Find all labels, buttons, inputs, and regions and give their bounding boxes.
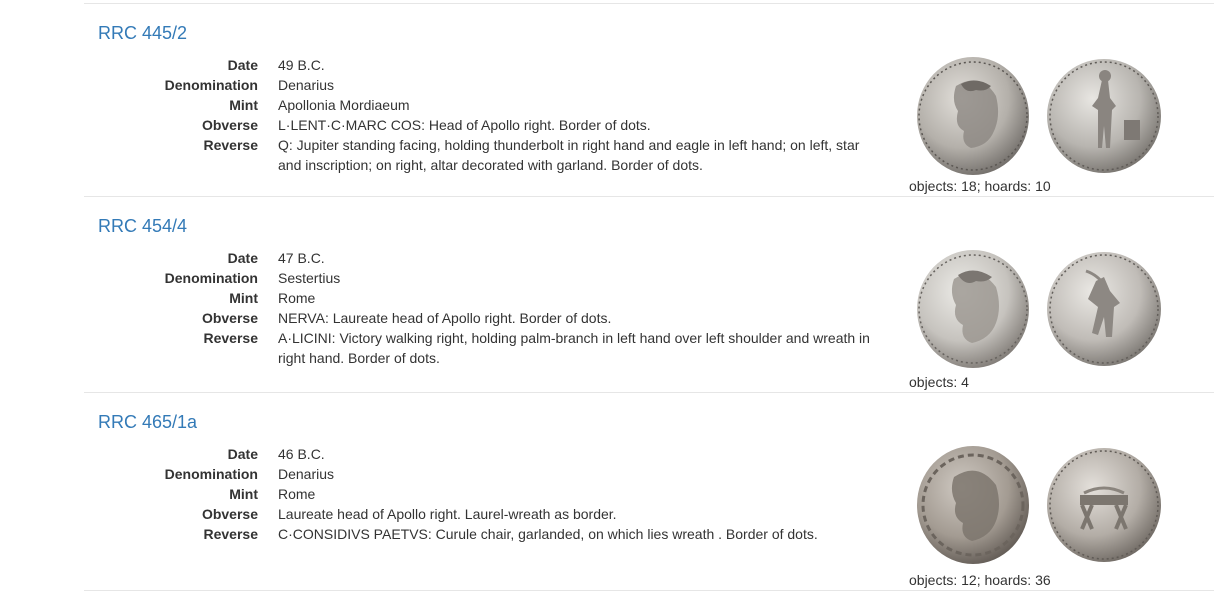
coin-type-link[interactable]: RRC 465/1a — [98, 412, 197, 433]
obverse-value: L·LENT·C·MARC COS: Head of Apollo right.… — [278, 117, 651, 133]
obverse-value: NERVA: Laureate head of Apollo right. Bo… — [278, 310, 612, 326]
denomination-row: Denomination Denarius — [84, 75, 884, 95]
denomination-label: Denomination — [164, 270, 258, 286]
counts: objects: 4 — [909, 374, 969, 390]
coin-images — [914, 54, 1174, 179]
date-label: Date — [227, 446, 258, 462]
reverse-row: Reverse A·LICINI: Victory walking right, … — [84, 328, 884, 368]
obverse-value: Laureate head of Apollo right. Laurel-wr… — [278, 506, 617, 522]
date-value: 49 B.C. — [278, 57, 325, 73]
date-row: Date 47 B.C. — [84, 248, 884, 268]
mint-row: Mint Rome — [84, 288, 884, 308]
reverse-value: A·LICINI: Victory walking right, holding… — [278, 330, 870, 366]
obverse-row: Obverse Laureate head of Apollo right. La… — [84, 504, 884, 524]
reverse-coin-image[interactable] — [1046, 58, 1162, 174]
coin-type-link[interactable]: RRC 454/4 — [98, 216, 187, 237]
reverse-coin-image[interactable] — [1046, 447, 1162, 563]
coin-type-entry: RRC 445/2 Date 49 B.C. Denomination Denari… — [84, 4, 1214, 197]
mint-value: Rome — [278, 290, 316, 306]
reverse-value: C·CONSIDIVS PAETVS: Curule chair, garlan… — [278, 526, 818, 542]
mint-label: Mint — [229, 486, 258, 502]
mint-label: Mint — [229, 97, 258, 113]
obverse-coin-image[interactable] — [916, 445, 1030, 565]
mint-row: Mint Apollonia Mordiaeum — [84, 95, 884, 115]
coin-images — [914, 247, 1174, 372]
reverse-row: Reverse C·CONSIDIVS PAETVS: Curule chair,… — [84, 524, 884, 544]
date-row: Date 46 B.C. — [84, 444, 884, 464]
reverse-label: Reverse — [203, 137, 259, 153]
mint-value: Rome — [278, 486, 316, 502]
obverse-row: Obverse NERVA: Laureate head of Apollo ri… — [84, 308, 884, 328]
date-row: Date 49 B.C. — [84, 55, 884, 75]
coin-type-entry: RRC 465/1a Date 46 B.C. Denomination Denar… — [84, 393, 1214, 591]
reverse-label: Reverse — [203, 330, 259, 346]
reverse-label: Reverse — [203, 526, 259, 542]
denomination-label: Denomination — [164, 466, 258, 482]
denomination-label: Denomination — [164, 77, 258, 93]
denomination-value: Denarius — [278, 77, 335, 93]
date-value: 47 B.C. — [278, 250, 325, 266]
coin-type-entry: RRC 454/4 Date 47 B.C. Denomination Sester… — [84, 197, 1214, 393]
denomination-row: Denomination Denarius — [84, 464, 884, 484]
reverse-row: Reverse Q: Jupiter standing facing, holdi… — [84, 135, 884, 175]
mint-label: Mint — [229, 290, 258, 306]
coin-type-link[interactable]: RRC 445/2 — [98, 23, 187, 44]
obverse-coin-image[interactable] — [916, 56, 1030, 176]
obverse-coin-image[interactable] — [916, 249, 1030, 369]
coin-images — [914, 443, 1174, 568]
date-label: Date — [227, 57, 258, 73]
obverse-label: Obverse — [201, 117, 258, 133]
obverse-label: Obverse — [201, 506, 258, 522]
coin-details: Date 49 B.C. Denomination Denarius Mint Apo… — [84, 55, 884, 175]
reverse-value: Q: Jupiter standing facing, holding thun… — [278, 137, 860, 173]
denomination-value: Denarius — [278, 466, 335, 482]
mint-value: Apollonia Mordiaeum — [278, 97, 410, 113]
coin-type-list: RRC 445/2 Date 49 B.C. Denomination Denari… — [84, 3, 1214, 591]
obverse-label: Obverse — [201, 310, 258, 326]
reverse-coin-image[interactable] — [1046, 251, 1162, 367]
coin-details: Date 47 B.C. Denomination Sestertius Mint R… — [84, 248, 884, 368]
date-label: Date — [227, 250, 258, 266]
date-value: 46 B.C. — [278, 446, 325, 462]
mint-row: Mint Rome — [84, 484, 884, 504]
coin-details: Date 46 B.C. Denomination Denarius Mint Rom… — [84, 444, 884, 544]
denomination-value: Sestertius — [278, 270, 341, 286]
counts: objects: 18; hoards: 10 — [909, 178, 1051, 194]
counts: objects: 12; hoards: 36 — [909, 572, 1051, 588]
denomination-row: Denomination Sestertius — [84, 268, 884, 288]
obverse-row: Obverse L·LENT·C·MARC COS: Head of Apollo… — [84, 115, 884, 135]
